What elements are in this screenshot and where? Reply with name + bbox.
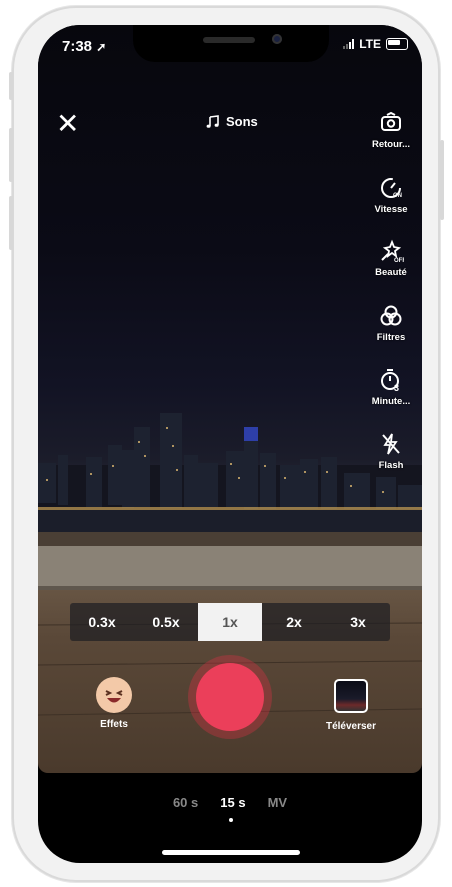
zoom-option-0-3x[interactable]: 0.3x xyxy=(70,603,134,641)
filters-button[interactable]: Filtres xyxy=(366,303,416,343)
status-time: 7:38 ➚ xyxy=(62,38,107,55)
upload-thumbnail xyxy=(334,679,368,713)
flash-button[interactable]: Flash xyxy=(366,431,416,471)
speed-icon: ON xyxy=(381,178,402,199)
svg-text:3: 3 xyxy=(394,383,399,393)
phone-screen: 7:38 ➚ LTE ✕ Sons Retour... ON Vitesse O… xyxy=(38,25,422,863)
home-indicator[interactable] xyxy=(162,850,300,855)
flash-off-icon xyxy=(382,433,400,455)
zoom-option-0-5x[interactable]: 0.5x xyxy=(134,603,198,641)
flip-camera-label: Retour... xyxy=(371,139,410,150)
speed-button[interactable]: ON Vitesse xyxy=(366,175,416,215)
zoom-selector: 0.3x 0.5x 1x 2x 3x xyxy=(70,603,390,641)
side-button-volume-up xyxy=(9,128,13,182)
timer-icon: 3 xyxy=(381,369,399,393)
close-button[interactable]: ✕ xyxy=(56,110,79,138)
duration-selected-indicator xyxy=(229,818,233,822)
duration-selector: 60 s 15 s MV xyxy=(38,795,422,810)
battery-icon xyxy=(386,38,408,50)
upload-button[interactable]: Téléverser xyxy=(318,679,384,732)
beauty-label: Beauté xyxy=(375,267,407,278)
svg-text:ON: ON xyxy=(393,193,402,199)
sound-label: Sons xyxy=(226,114,258,129)
effects-button[interactable]: Effets xyxy=(92,677,136,730)
duration-option-60s[interactable]: 60 s xyxy=(173,795,198,810)
zoom-option-3x[interactable]: 3x xyxy=(326,603,390,641)
flip-camera-icon xyxy=(381,111,401,131)
svg-text:OFF: OFF xyxy=(394,258,404,264)
add-sound-button[interactable]: Sons xyxy=(206,114,258,129)
beauty-icon: OFF xyxy=(381,239,404,264)
music-note-icon xyxy=(206,114,219,128)
status-indicators: LTE xyxy=(343,37,408,51)
network-label: LTE xyxy=(359,37,381,51)
flash-label: Flash xyxy=(378,460,404,471)
effects-icon xyxy=(96,677,132,713)
signal-icon xyxy=(343,39,355,49)
front-camera xyxy=(272,34,282,44)
location-arrow-icon: ➚ xyxy=(96,40,107,54)
duration-option-15s[interactable]: 15 s xyxy=(220,795,245,810)
timer-button[interactable]: 3 Minute... xyxy=(366,367,416,407)
earpiece-speaker xyxy=(203,37,255,43)
zoom-option-1x[interactable]: 1x xyxy=(198,603,262,641)
side-button-power xyxy=(440,140,444,220)
beauty-button[interactable]: OFF Beauté xyxy=(366,238,416,278)
flip-camera-button[interactable]: Retour... xyxy=(366,110,416,150)
close-icon: ✕ xyxy=(56,108,80,139)
filters-icon xyxy=(380,305,402,326)
timer-label: Minute... xyxy=(371,396,411,407)
upload-label: Téléverser xyxy=(325,721,377,732)
side-button-silent xyxy=(9,72,13,100)
zoom-option-2x[interactable]: 2x xyxy=(262,603,326,641)
filters-label: Filtres xyxy=(376,332,406,343)
phone-notch xyxy=(133,25,329,62)
side-button-volume-down xyxy=(9,196,13,250)
speed-label: Vitesse xyxy=(374,204,408,215)
effects-label: Effets xyxy=(100,719,128,730)
duration-option-mv[interactable]: MV xyxy=(268,795,288,810)
record-button[interactable] xyxy=(196,663,264,731)
